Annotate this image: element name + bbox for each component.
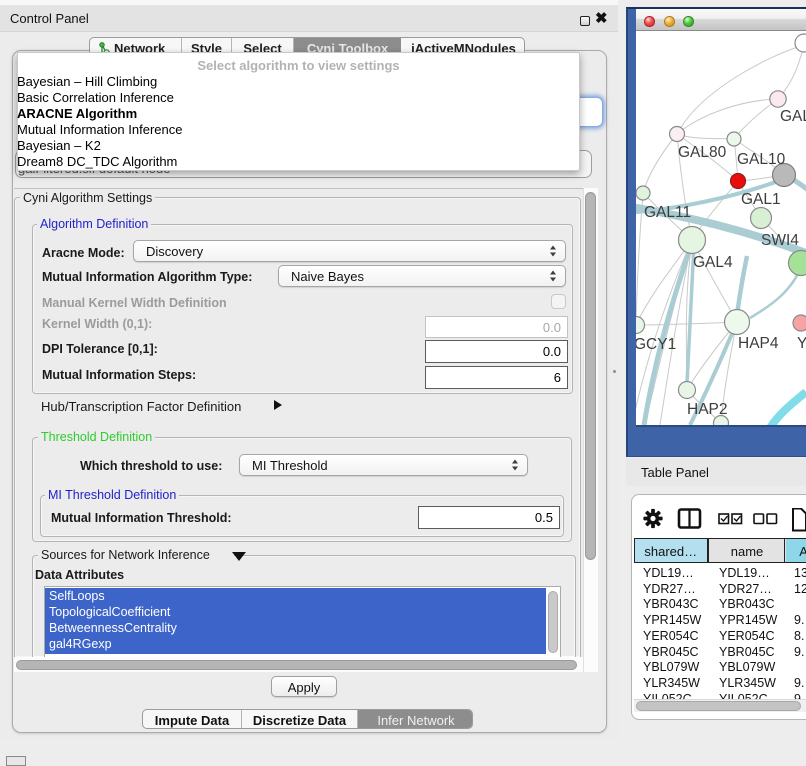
svg-text:GAL1: GAL1 [741,191,781,208]
svg-text:HAP4: HAP4 [738,335,779,352]
svg-text:YP: YP [797,335,806,352]
svg-text:GAL2: GAL2 [780,108,806,125]
svg-text:GAL10: GAL10 [737,151,786,168]
svg-text:GAL11: GAL11 [644,204,691,221]
svg-text:GCY1: GCY1 [636,336,676,353]
svg-text:GAL80: GAL80 [678,144,727,161]
svg-text:GAL4: GAL4 [693,254,733,271]
svg-text:HAP2: HAP2 [687,401,728,418]
svg-text:SWI4: SWI4 [761,232,799,249]
